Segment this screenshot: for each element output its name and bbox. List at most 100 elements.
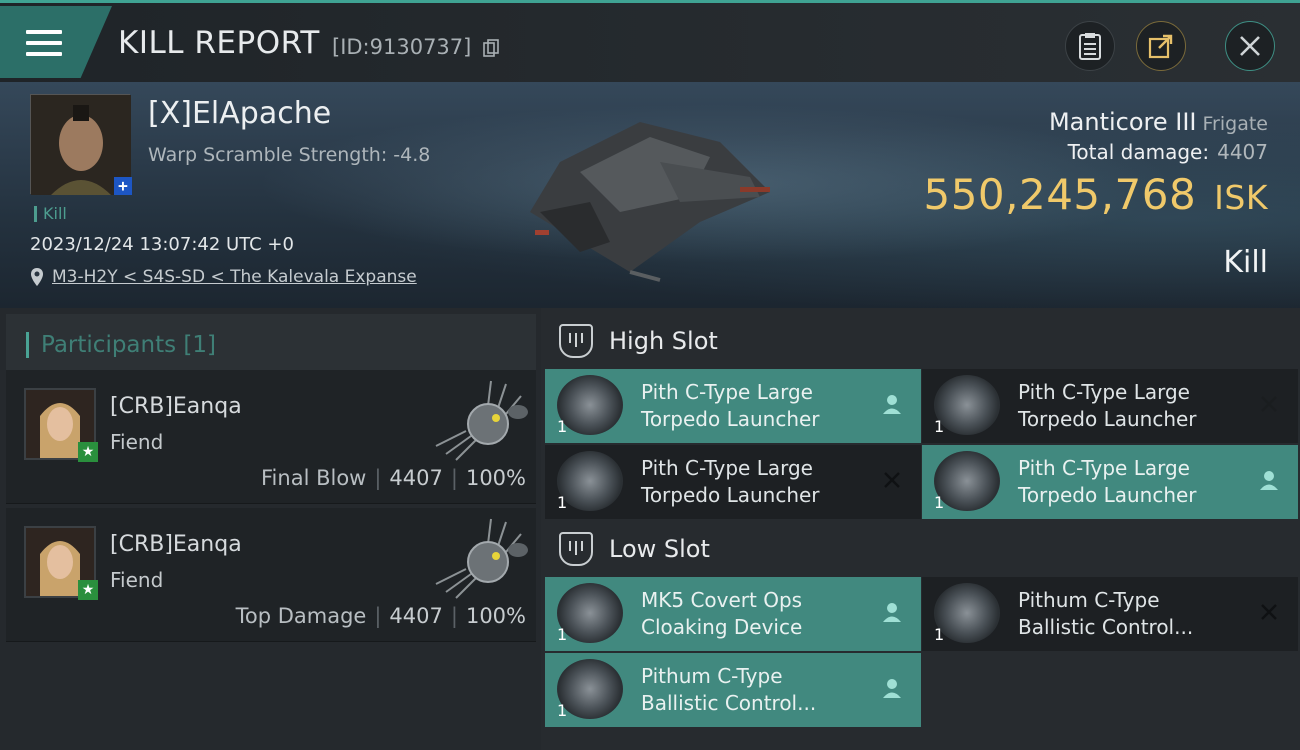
participant-stats: Final Blow | 4407 | 100% (261, 466, 526, 490)
low-slot-icon (559, 532, 593, 566)
report-id: [ID:9130737] (332, 35, 472, 59)
participant-ship-image (435, 518, 528, 599)
ship-name-text: Manticore III (1048, 108, 1197, 136)
participant-ship: Fiend (110, 568, 164, 592)
copy-icon[interactable] (483, 39, 499, 57)
participant-ship-image (435, 380, 528, 461)
clipboard-icon (1079, 33, 1101, 60)
participant-role: Final Blow (261, 466, 367, 490)
alliance-badge: + (114, 177, 132, 195)
location[interactable]: M3-H2Y < S4S-SD < The Kalevala Expanse (30, 267, 417, 287)
module-name: MK5 Covert Ops Cloaking Device (641, 587, 871, 641)
participant-row[interactable]: ★ [CRB]Eanqa Fiend Top Damage | 4407 | 100% (6, 508, 536, 642)
participant-ship: Fiend (110, 430, 164, 454)
participants-panel: Participants [1] ★ [CRB]Eanqa Fiend Fina… (0, 308, 541, 750)
isk-amount: 550,245,768 (923, 170, 1197, 219)
module-item[interactable]: 1 MK5 Covert Ops Cloaking Device (545, 577, 921, 651)
high-slot-icon (559, 324, 593, 358)
participant-damage: 4407 (389, 604, 443, 628)
location-link[interactable]: M3-H2Y < S4S-SD < The Kalevala Expanse (52, 267, 417, 287)
kill-datetime: 2023/12/24 13:07:42 UTC +0 (30, 234, 294, 255)
low-slot-title: Low Slot (609, 535, 710, 563)
module-name: Pith C-Type Large Torpedo Launcher (1018, 455, 1248, 509)
total-damage-value: 4407 (1217, 140, 1268, 164)
module-item[interactable]: 1 Pith C-Type Large Torpedo Launcher (545, 369, 921, 443)
module-name-line2: Torpedo Launcher (641, 407, 820, 431)
module-name: Pith C-Type Large Torpedo Launcher (641, 455, 871, 509)
module-item[interactable]: 1 Pithum C-Type Ballistic Control... (922, 577, 1298, 651)
participant-stats: Top Damage | 4407 | 100% (236, 604, 526, 628)
page-title: KILL REPORT (118, 25, 320, 61)
participant-name[interactable]: [CRB]Eanqa (110, 532, 242, 557)
person-icon (883, 679, 901, 698)
module-name-line1: Pith C-Type Large (641, 456, 813, 480)
module-quantity: 1 (934, 625, 945, 644)
map-pin-icon (31, 268, 43, 286)
module-name-line1: Pith C-Type Large (1018, 380, 1190, 404)
participant-name[interactable]: [CRB]Eanqa (110, 394, 242, 419)
clipboard-button[interactable] (1065, 21, 1115, 71)
isk-unit: ISK (1214, 178, 1268, 217)
module-name: Pith C-Type Large Torpedo Launcher (1018, 379, 1248, 433)
module-name-line2: Torpedo Launcher (1018, 407, 1197, 431)
total-damage-label: Total damage: (1067, 140, 1210, 164)
module-name-line1: Pith C-Type Large (641, 380, 813, 404)
destroyed-x-icon (1261, 604, 1277, 620)
star-icon: ★ (78, 442, 98, 462)
module-quantity: 1 (557, 493, 568, 512)
participant-row[interactable]: ★ [CRB]Eanqa Fiend Final Blow | 4407 | 100% (6, 370, 536, 504)
divider: | (450, 604, 458, 628)
module-quantity: 1 (934, 417, 945, 436)
module-name-line2: Torpedo Launcher (641, 483, 820, 507)
module-quantity: 1 (934, 493, 945, 512)
module-name-line2: Ballistic Control... (1018, 615, 1194, 639)
close-icon (1240, 36, 1260, 56)
module-name-line1: Pithum C-Type (1018, 588, 1160, 612)
module-quantity: 1 (557, 701, 568, 720)
share-button[interactable] (1136, 21, 1186, 71)
participant-percent: 100% (465, 604, 526, 628)
module-name-line1: MK5 Covert Ops (641, 588, 803, 612)
victim-ship-image (530, 122, 770, 282)
participant-percent: 100% (465, 466, 526, 490)
low-slot-header: Low Slot (559, 520, 710, 578)
victim-name[interactable]: [X]ElApache (148, 96, 331, 131)
module-name-line1: Pith C-Type Large (1018, 456, 1190, 480)
result-label: Kill (1223, 245, 1268, 280)
participants-header: Participants [1] (6, 314, 536, 372)
divider: | (374, 604, 382, 628)
star-icon: ★ (78, 580, 98, 600)
victim-ship-name[interactable]: Manticore III Frigate (1049, 108, 1268, 136)
participant-role: Top Damage (235, 604, 367, 628)
module-name-line2: Cloaking Device (641, 615, 803, 639)
divider: | (374, 466, 382, 490)
menu-button[interactable] (0, 6, 112, 78)
kill-tag: Kill (34, 206, 67, 222)
high-slot-title: High Slot (609, 327, 718, 355)
module-name-line1: Pithum C-Type (641, 664, 783, 688)
destroyed-x-icon (1261, 396, 1277, 412)
module-item[interactable]: 1 Pithum C-Type Ballistic Control... (545, 653, 921, 727)
module-item[interactable]: 1 Pith C-Type Large Torpedo Launcher (545, 445, 921, 519)
module-item[interactable]: 1 Pith C-Type Large Torpedo Launcher (922, 445, 1298, 519)
ship-class: Frigate (1202, 113, 1268, 135)
module-item[interactable]: 1 Pith C-Type Large Torpedo Launcher (922, 369, 1298, 443)
total-damage: Total damage: 4407 (1068, 140, 1268, 164)
participants-title: Participants [1] (26, 332, 216, 358)
person-icon (1260, 471, 1278, 490)
external-link-icon (1148, 34, 1173, 59)
fittings-panel: High Slot 1 Pith C-Type Large Torpedo La… (541, 308, 1300, 750)
top-bar: KILL REPORT [ID:9130737] (0, 0, 1300, 82)
module-quantity: 1 (557, 417, 568, 436)
victim-banner: + [X]ElApache Warp Scramble Strength: -4… (0, 82, 1300, 308)
destroyed-x-icon (884, 472, 900, 488)
module-quantity: 1 (557, 625, 568, 644)
person-icon (883, 603, 901, 622)
person-icon (883, 395, 901, 414)
module-name: Pithum C-Type Ballistic Control... (641, 663, 871, 717)
divider: | (450, 466, 458, 490)
warp-scramble-strength: Warp Scramble Strength: -4.8 (148, 144, 431, 166)
high-slot-header: High Slot (559, 312, 718, 370)
isk-value: 550,245,768 ISK (923, 170, 1268, 219)
close-button[interactable] (1225, 21, 1275, 71)
